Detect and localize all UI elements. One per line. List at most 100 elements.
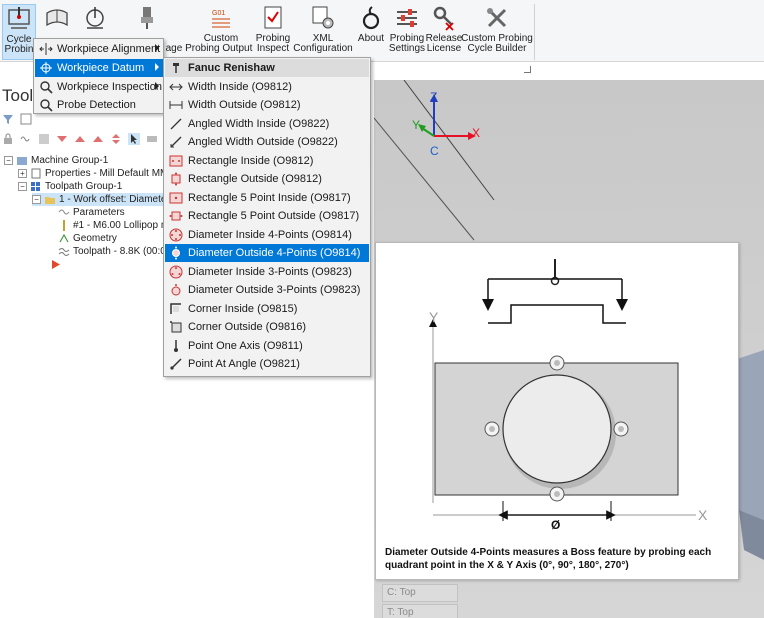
tree-item-label: #1 - M6.00 Lollipop m [73,220,170,231]
menu-item-diameter-inside-3pt[interactable]: Diameter Inside 3-Points (O9823) [165,263,369,281]
menu-item-probe-detection[interactable]: Probe Detection [35,96,163,114]
collapse-icon[interactable]: − [4,156,13,165]
about-button[interactable]: About [354,4,388,60]
menu-item-label: Diameter Inside 3-Points (O9823) [188,266,352,278]
point-one-axis-icon [169,339,183,353]
tree-item-label: Geometry [73,233,117,244]
diagram-x-label: X [698,507,708,523]
menu-item-rectangle-inside[interactable]: Rectangle Inside (O9812) [165,152,369,170]
menu-item-workpiece-datum[interactable]: Workpiece Datum [35,59,163,77]
svg-text:G01: G01 [212,10,225,17]
menu-item-angled-width-outside[interactable]: Angled Width Outside (O9822) [165,133,369,151]
menu-item-label: Diameter Outside 3-Points (O9823) [188,284,361,296]
menu-item-width-outside[interactable]: Width Outside (O9812) [165,96,369,114]
workpiece-icon [43,4,71,32]
g01-code-icon: G01 [207,4,235,32]
xml-configuration-label: XML Configuration [293,33,353,54]
menu-item-corner-outside[interactable]: Corner Outside (O9816) [165,318,369,336]
probing-inspect-button[interactable]: Probing Inspect [254,4,292,60]
filter-icon[interactable] [2,113,14,125]
collapse-icon[interactable]: − [32,195,41,204]
tool-plane-field[interactable]: T: Top [382,604,458,618]
menu-item-label: Rectangle Inside (O9812) [188,155,314,167]
rectangle-5pt-inside-icon [169,191,183,205]
menu-item-diameter-outside-4pt[interactable]: Diameter Outside 4-Points (O9814) [165,244,369,262]
select-all-icon[interactable] [20,113,32,125]
xml-configuration-button[interactable]: XML Configuration [292,4,354,60]
point-at-angle-icon [169,357,183,371]
menu-item-rectangle-outside[interactable]: Rectangle Outside (O9812) [165,170,369,188]
insert-arrow[interactable] [50,258,65,271]
menu-item-point-at-angle[interactable]: Point At Angle (O9821) [165,355,369,373]
tree-item-tool[interactable]: #1 - M6.00 Lollipop m [58,219,169,232]
insert-arrow-icon [50,259,62,270]
move-up-icon[interactable] [74,133,86,145]
cycle-probing-button[interactable]: Cycle Probin [2,4,36,60]
move-down-icon[interactable] [56,133,68,145]
tree-item-work-offset[interactable]: − 1 - Work offset: Diamete [32,193,172,206]
pointer-select-icon[interactable] [128,133,140,145]
menu-item-rectangle-5pt-inside[interactable]: Rectangle 5 Point Inside (O9817) [165,189,369,207]
magnifier-icon [39,80,53,94]
grid-icon[interactable] [38,133,50,145]
menu-item-corner-inside[interactable]: Corner Inside (O9815) [165,300,369,318]
collapse-icon[interactable]: − [18,182,27,191]
menu-item-label: Point One Axis (O9811) [188,340,303,352]
custom-button[interactable]: G01 Custom [200,4,242,60]
angled-width-outside-icon [169,135,183,149]
submenu-arrow-icon [155,44,159,52]
ribbon-dialog-launcher[interactable] [524,66,531,73]
properties-icon [30,168,42,179]
tree-item-toolpath[interactable]: Toolpath - 8.8K (00:0 [58,245,166,258]
angled-width-inside-icon [169,117,183,131]
width-inside-icon [169,80,183,94]
expand-icon[interactable]: + [18,169,27,178]
settings-sliders-icon [393,4,421,32]
toggle-icon[interactable] [146,133,158,145]
tree-item-label: Parameters [73,207,125,218]
menu-item-rectangle-5pt-outside[interactable]: Rectangle 5 Point Outside (O9817) [165,207,369,225]
tree-item-label: Toolpath - 8.8K (00:0 [73,246,166,257]
menu-item-label: Workpiece Inspection [57,81,162,93]
cycle-help-card: Y X Ø Diameter Outside 4-Points measures… [375,242,739,580]
axis-x-label: X [472,126,481,140]
axis-c-label: C [430,144,439,158]
menu-item-diameter-outside-3pt[interactable]: Diameter Outside 3-Points (O9823) [165,281,369,299]
tree-item-geometry[interactable]: Geometry [58,232,117,245]
menu-item-angled-width-inside[interactable]: Angled Width Inside (O9822) [165,115,369,133]
tree-item-toolpath-group[interactable]: − Toolpath Group-1 [18,180,122,193]
tree-item-label: Toolpath Group-1 [45,181,123,192]
menu-item-workpiece-inspection[interactable]: Workpiece Inspection [35,78,163,96]
expand-icon[interactable] [92,133,104,145]
updown-icon[interactable] [110,133,122,145]
menu-item-width-inside[interactable]: Width Inside (O9812) [165,78,369,96]
construction-plane-field[interactable]: C: Top [382,584,458,602]
tree-item-machine-group[interactable]: − Machine Group-1 [4,154,108,167]
menu-item-label: Corner Outside (O9816) [188,321,306,333]
cycle-probing-label: Cycle Probin [4,34,34,55]
rectangle-inside-icon [169,154,183,168]
release-license-label: Release License [425,33,463,54]
menu-item-label: Angled Width Outside (O9822) [188,136,338,148]
lock-icon[interactable] [2,133,14,145]
axis-z-label: Z [430,90,438,104]
custom-probing-cycle-builder-label: Custom Probing Cycle Builder [461,33,533,54]
wave-icon[interactable] [20,133,32,145]
custom-probing-cycle-builder-button[interactable]: Custom Probing Cycle Builder [461,4,533,60]
tree-item-properties[interactable]: + Properties - Mill Default MM [18,167,168,180]
workpiece-datum-submenu: Fanuc Renishaw Width Inside (O9812) Widt… [163,57,371,377]
diagram-diameter-label: Ø [551,518,561,532]
corner-outside-icon [169,320,183,334]
release-license-button[interactable]: Release License [426,4,462,60]
about-icon [357,4,385,32]
probe-icon [133,4,161,32]
diameter-outside-3pt-icon [169,283,183,297]
menu-item-label: Width Outside (O9812) [188,99,301,111]
tree-item-parameters[interactable]: Parameters [58,206,125,219]
probing-settings-button[interactable]: Probing Settings [388,4,426,60]
menu-item-label: Rectangle 5 Point Inside (O9817) [188,192,351,204]
menu-item-diameter-inside-4pt[interactable]: Diameter Inside 4-Points (O9814) [165,226,369,244]
menu-item-point-one-axis[interactable]: Point One Axis (O9811) [165,337,369,355]
menu-item-workpiece-alignment[interactable]: Workpiece Alignment [35,40,163,58]
submenu-arrow-icon [155,82,159,90]
